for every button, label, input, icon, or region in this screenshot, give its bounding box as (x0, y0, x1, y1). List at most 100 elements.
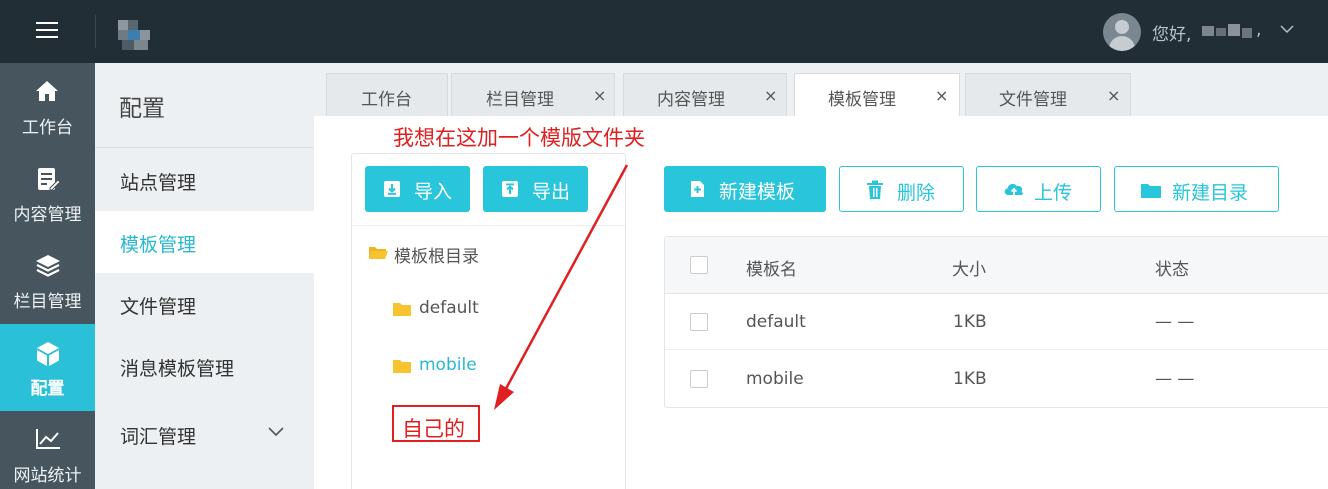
topbar-divider (95, 15, 96, 48)
cell-status: — — (1155, 312, 1195, 332)
menu-toggle-icon[interactable] (36, 22, 58, 40)
new-directory-label: 新建目录 (1172, 182, 1249, 204)
tab-content[interactable]: 内容管理 × (623, 73, 787, 116)
column-header-status: 状态 (1155, 260, 1189, 280)
cell-name: mobile (746, 369, 804, 389)
chevron-down-icon (268, 427, 284, 437)
nav-label: 网站统计 (13, 466, 82, 486)
tab-label: 内容管理 (657, 90, 725, 110)
divider (95, 147, 314, 148)
table-row[interactable]: default 1KB — — (665, 294, 1328, 350)
tab-columns[interactable]: 栏目管理 × (451, 73, 615, 116)
annotation-box: 自己的 (392, 405, 480, 442)
user-greeting: 您好, (1152, 25, 1192, 45)
cell-status: — — (1155, 369, 1195, 389)
row-checkbox[interactable] (690, 313, 708, 331)
tab-template[interactable]: 模板管理 × (794, 73, 960, 117)
nav-item-config[interactable]: 配置 (0, 324, 95, 411)
user-menu[interactable]: 您好, , (1098, 0, 1328, 63)
table-row[interactable]: mobile 1KB — — (665, 351, 1328, 407)
cell-size: 1KB (953, 312, 987, 332)
tab-bar: 工作台 栏目管理 × 内容管理 × 模板管理 × 文件管理 × (314, 63, 1328, 117)
trash-icon (867, 180, 883, 199)
submenu-item-vocabulary[interactable]: 词汇管理 (95, 403, 314, 465)
nav-item-columns[interactable]: 栏目管理 (0, 237, 95, 324)
tree-node-mobile[interactable]: mobile (392, 355, 492, 379)
app-logo (116, 18, 150, 50)
nav-label: 工作台 (22, 118, 73, 138)
tree-node-default[interactable]: default (392, 298, 492, 322)
folder-icon (393, 303, 411, 316)
submenu-label: 词汇管理 (120, 426, 197, 448)
sub-nav: 配置 站点管理 模板管理 文件管理 消息模板管理 词汇管理 (95, 63, 314, 489)
submenu-item-files[interactable]: 文件管理 (95, 273, 314, 335)
import-button[interactable]: 导入 (365, 166, 470, 212)
delete-button[interactable]: 删除 (839, 166, 964, 212)
table-header: 模板名 大小 状态 (665, 237, 1328, 294)
column-header-size: 大小 (952, 260, 986, 280)
main-nav: 工作台 内容管理 栏目管理 配置 网站统计 (0, 63, 95, 489)
tab-label: 栏目管理 (486, 90, 554, 110)
home-icon (36, 81, 58, 101)
new-directory-button[interactable]: 新建目录 (1114, 166, 1279, 212)
folder-icon (393, 360, 411, 373)
user-name-comma: , (1256, 20, 1262, 40)
user-name-redacted (1202, 22, 1254, 40)
column-header-name: 模板名 (746, 260, 797, 280)
tab-workbench[interactable]: 工作台 (326, 73, 448, 116)
upload-icon (502, 181, 518, 197)
cloud-upload-icon (1004, 183, 1023, 195)
export-button[interactable]: 导出 (483, 166, 588, 212)
submenu-label: 文件管理 (120, 296, 197, 318)
submenu-item-message-template[interactable]: 消息模板管理 (95, 335, 314, 397)
tree-node-label: 模板根目录 (394, 247, 479, 267)
select-all-checkbox[interactable] (690, 256, 708, 274)
download-icon (384, 181, 400, 197)
folder-icon (1141, 184, 1161, 198)
nav-item-workbench[interactable]: 工作台 (0, 63, 95, 150)
divider (352, 225, 625, 226)
cell-name: default (746, 312, 806, 332)
new-template-button[interactable]: 新建模板 (664, 166, 826, 212)
nav-item-content[interactable]: 内容管理 (0, 150, 95, 237)
tree-root[interactable]: 模板根目录 (368, 242, 508, 267)
upload-label: 上传 (1034, 182, 1073, 204)
nav-label: 内容管理 (13, 205, 82, 225)
new-template-label: 新建模板 (719, 181, 796, 203)
submenu-label: 站点管理 (120, 172, 197, 194)
export-label: 导出 (532, 181, 571, 203)
document-edit-icon (38, 168, 60, 191)
submenu-item-template[interactable]: 模板管理 (95, 211, 314, 273)
cube-icon (37, 342, 59, 366)
top-bar: 您好, , (0, 0, 1328, 63)
avatar (1103, 13, 1141, 51)
tab-label: 文件管理 (999, 90, 1067, 110)
tree-node-label: mobile (419, 355, 477, 375)
layers-icon (36, 255, 60, 277)
import-label: 导入 (414, 181, 453, 203)
chevron-down-icon (1280, 25, 1294, 34)
close-icon[interactable]: × (1107, 86, 1120, 105)
line-chart-icon (36, 429, 60, 449)
tree-node-label: default (419, 298, 479, 318)
nav-label: 配置 (30, 379, 65, 399)
cell-size: 1KB (953, 369, 987, 389)
submenu-label: 模板管理 (120, 234, 197, 256)
template-table: 模板名 大小 状态 default 1KB — — mobile 1KB — — (664, 236, 1328, 408)
folder-open-icon (369, 247, 388, 259)
add-file-icon (691, 181, 704, 197)
submenu-title: 配置 (119, 96, 165, 122)
delete-label: 删除 (897, 182, 936, 204)
annotation-note: 我想在这加一个模版文件夹 (393, 126, 645, 150)
nav-label: 栏目管理 (13, 292, 82, 312)
tab-label: 工作台 (361, 90, 412, 110)
tab-label: 模板管理 (828, 90, 896, 110)
close-icon[interactable]: × (593, 86, 606, 105)
close-icon[interactable]: × (764, 86, 777, 105)
upload-button[interactable]: 上传 (976, 166, 1101, 212)
row-checkbox[interactable] (690, 370, 708, 388)
close-icon[interactable]: × (935, 86, 948, 105)
tab-files[interactable]: 文件管理 × (965, 73, 1131, 116)
submenu-item-site[interactable]: 站点管理 (95, 149, 314, 211)
nav-item-stats[interactable]: 网站统计 (0, 411, 95, 489)
